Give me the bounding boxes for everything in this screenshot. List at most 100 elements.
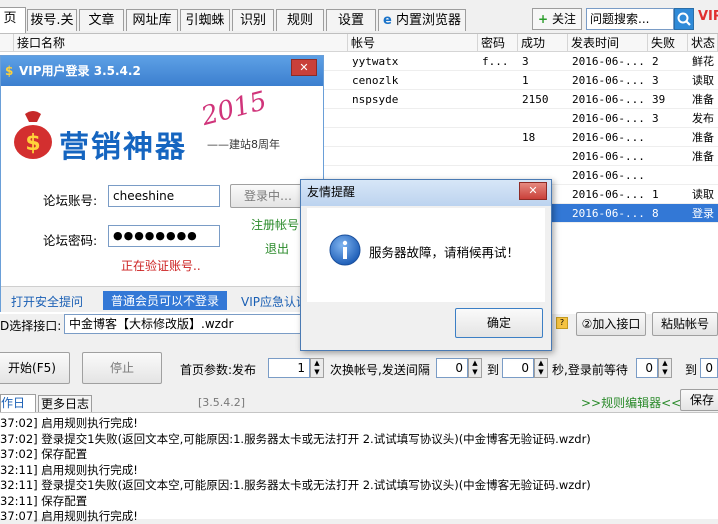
save-button[interactable]: 保存 xyxy=(680,389,718,411)
publish-count-input[interactable]: 1 xyxy=(268,358,310,378)
tab-rules[interactable]: 规则 xyxy=(276,9,324,31)
tab-url-library[interactable]: 网址库 xyxy=(126,9,178,31)
cell-password xyxy=(478,71,518,90)
password-input[interactable]: ●●●●●●●● xyxy=(108,225,220,247)
account-input[interactable]: cheeshine xyxy=(108,185,220,207)
paste-account-button[interactable]: 粘贴帐号 xyxy=(652,312,718,336)
tab-spider[interactable]: 引蜘蛛 xyxy=(180,9,230,31)
exit-link[interactable]: 退出 xyxy=(265,240,289,257)
close-icon[interactable]: ✕ xyxy=(291,59,317,76)
cell-account xyxy=(348,147,478,166)
safe-question-link[interactable]: 打开安全提问 xyxy=(11,293,83,310)
cell-password: f... xyxy=(482,55,509,68)
search-input[interactable]: 问题搜索... xyxy=(586,8,674,30)
to-label: 到 xyxy=(487,363,500,377)
cell-status: 发布 xyxy=(692,112,714,125)
cell-fail: 8 xyxy=(652,207,659,220)
interval-from-spinner[interactable]: ▲ ▼ xyxy=(468,358,482,378)
vip-label[interactable]: VIP xyxy=(698,9,718,24)
tab-work-log[interactable]: 作日志 xyxy=(0,394,36,427)
vip-cert-link[interactable]: VIP应急认证 xyxy=(241,293,308,310)
cell-time: 2016-06-... xyxy=(572,74,645,87)
log-line: 37:07] 启用规则执行完成! xyxy=(0,509,138,523)
dialog-title[interactable]: 友情提醒 xyxy=(301,180,551,206)
help-icon[interactable]: ? xyxy=(556,317,568,329)
wait-from-input[interactable]: 0 xyxy=(636,358,658,378)
col-header-account[interactable]: 帐号 xyxy=(348,34,478,52)
tab-settings[interactable]: 设置 xyxy=(326,9,376,31)
cell-success: 18 xyxy=(522,131,536,144)
col-header-fail[interactable]: 失败 xyxy=(648,34,688,52)
dialog-body: 服务器故障，请稍候再试！ xyxy=(307,208,545,302)
interval-to-input[interactable]: 0 xyxy=(502,358,534,378)
cell-password xyxy=(478,147,518,166)
col-header-success[interactable]: 成功 xyxy=(518,34,568,52)
col-header-index[interactable] xyxy=(0,34,14,52)
col-header-status[interactable]: 状态 xyxy=(688,34,718,52)
plus-icon: + xyxy=(538,12,549,26)
cell-time: 2016-06-... xyxy=(572,131,645,144)
cell-account xyxy=(348,128,478,147)
member-note[interactable]: 普通会员可以不登录 xyxy=(103,291,228,310)
cell-status: 读取 xyxy=(692,74,714,87)
log-line: 32:11] 登录提交1失败(返回文本空,可能原因:1.服务器太卡或无法打开 2… xyxy=(0,478,591,492)
start-button[interactable]: 开始(F5) xyxy=(0,352,70,384)
tab-home[interactable]: 页 xyxy=(0,7,26,33)
cell-status: 读取 xyxy=(692,188,714,201)
interval-to-spinner[interactable]: ▲ ▼ xyxy=(534,358,548,378)
rule-editor-link[interactable]: >>规则编辑器<< xyxy=(581,394,681,411)
wait-from-spinner[interactable]: ▲ ▼ xyxy=(658,358,672,378)
search-button[interactable] xyxy=(674,8,694,30)
cell-fail xyxy=(648,147,688,166)
cell-time: 2016-06-... xyxy=(572,55,645,68)
tab-builtin-browser[interactable]: e 内置浏览器 xyxy=(378,9,466,31)
cell-password xyxy=(478,128,518,147)
tab-more-log[interactable]: 更多日志 xyxy=(38,395,92,412)
dialog-message: 服务器故障，请稍候再试！ xyxy=(369,245,520,260)
cell-account: nspsyde xyxy=(352,93,399,106)
version-label: [3.5.4.2] xyxy=(198,396,246,409)
tab-articles[interactable]: 文章 xyxy=(79,9,124,31)
interval-from-input[interactable]: 0 xyxy=(436,358,468,378)
cell-status: 登录 xyxy=(692,207,714,220)
log-line: 32:11] 启用规则执行完成! xyxy=(0,462,138,477)
ie-icon: e xyxy=(383,13,392,28)
col-header-time[interactable]: 发表时间 xyxy=(568,34,648,52)
vip-bottom-bar: 打开安全提问 普通会员可以不登录 VIP应急认证 xyxy=(1,286,323,312)
alert-dialog: 友情提醒 ✕ 服务器故障，请稍候再试！ 确定 xyxy=(300,179,552,351)
vip-title-bar[interactable]: $ VIP用户登录 3.5.4.2 xyxy=(1,56,323,86)
register-link[interactable]: 注册帐号 xyxy=(251,216,299,233)
cell-fail: 1 xyxy=(652,188,659,201)
start-row: 开始(F5) 停止 首页参数:发布 1 ▲ ▼ 次换帐号,发送间隔 0 ▲ ▼ 到 … xyxy=(0,352,718,386)
wait-to-input[interactable]: 0 xyxy=(700,358,718,378)
stop-button[interactable]: 停止 xyxy=(82,352,162,384)
vip-title-text: VIP用户登录 3.5.4.2 xyxy=(19,64,141,78)
cell-fail xyxy=(648,166,688,185)
search-icon xyxy=(677,12,691,26)
dialog-close-icon[interactable]: ✕ xyxy=(519,182,547,200)
tab-dial[interactable]: 拨号.关 xyxy=(27,9,77,31)
info-icon xyxy=(329,234,361,266)
tab-recognize[interactable]: 识别 xyxy=(232,9,274,31)
year-logo-text: 2015 xyxy=(198,85,270,133)
add-interface-button[interactable]: ②加入接口 xyxy=(576,312,646,336)
cell-success: 3 xyxy=(522,55,529,68)
svg-text:$: $ xyxy=(25,131,40,156)
publish-count-spinner[interactable]: ▲ ▼ xyxy=(310,358,324,378)
select-label: D选择接口: xyxy=(0,319,62,333)
cell-fail: 3 xyxy=(652,112,659,125)
cell-password xyxy=(478,90,518,109)
cell-success: 2150 xyxy=(522,93,549,106)
cell-time: 2016-06-... xyxy=(572,169,645,182)
col-header-interface[interactable]: 接口名称 xyxy=(14,34,348,52)
cell-account: cenozlk xyxy=(352,74,399,87)
brand-logo-text: 营销神器 xyxy=(59,130,187,165)
col-header-password[interactable]: 密码 xyxy=(478,34,518,52)
follow-button[interactable]: + 关注 xyxy=(532,8,582,30)
money-bag-logo: $ xyxy=(11,108,55,160)
cell-time: 2016-06-... xyxy=(572,188,645,201)
vip-login-window: $ VIP用户登录 3.5.4.2 ✕ $ 营销神器 2015 ——建站8周年 … xyxy=(0,55,324,312)
ok-button[interactable]: 确定 xyxy=(455,308,543,338)
login-button[interactable]: 登录中… xyxy=(230,184,306,208)
cell-status: 准备 xyxy=(692,150,714,163)
